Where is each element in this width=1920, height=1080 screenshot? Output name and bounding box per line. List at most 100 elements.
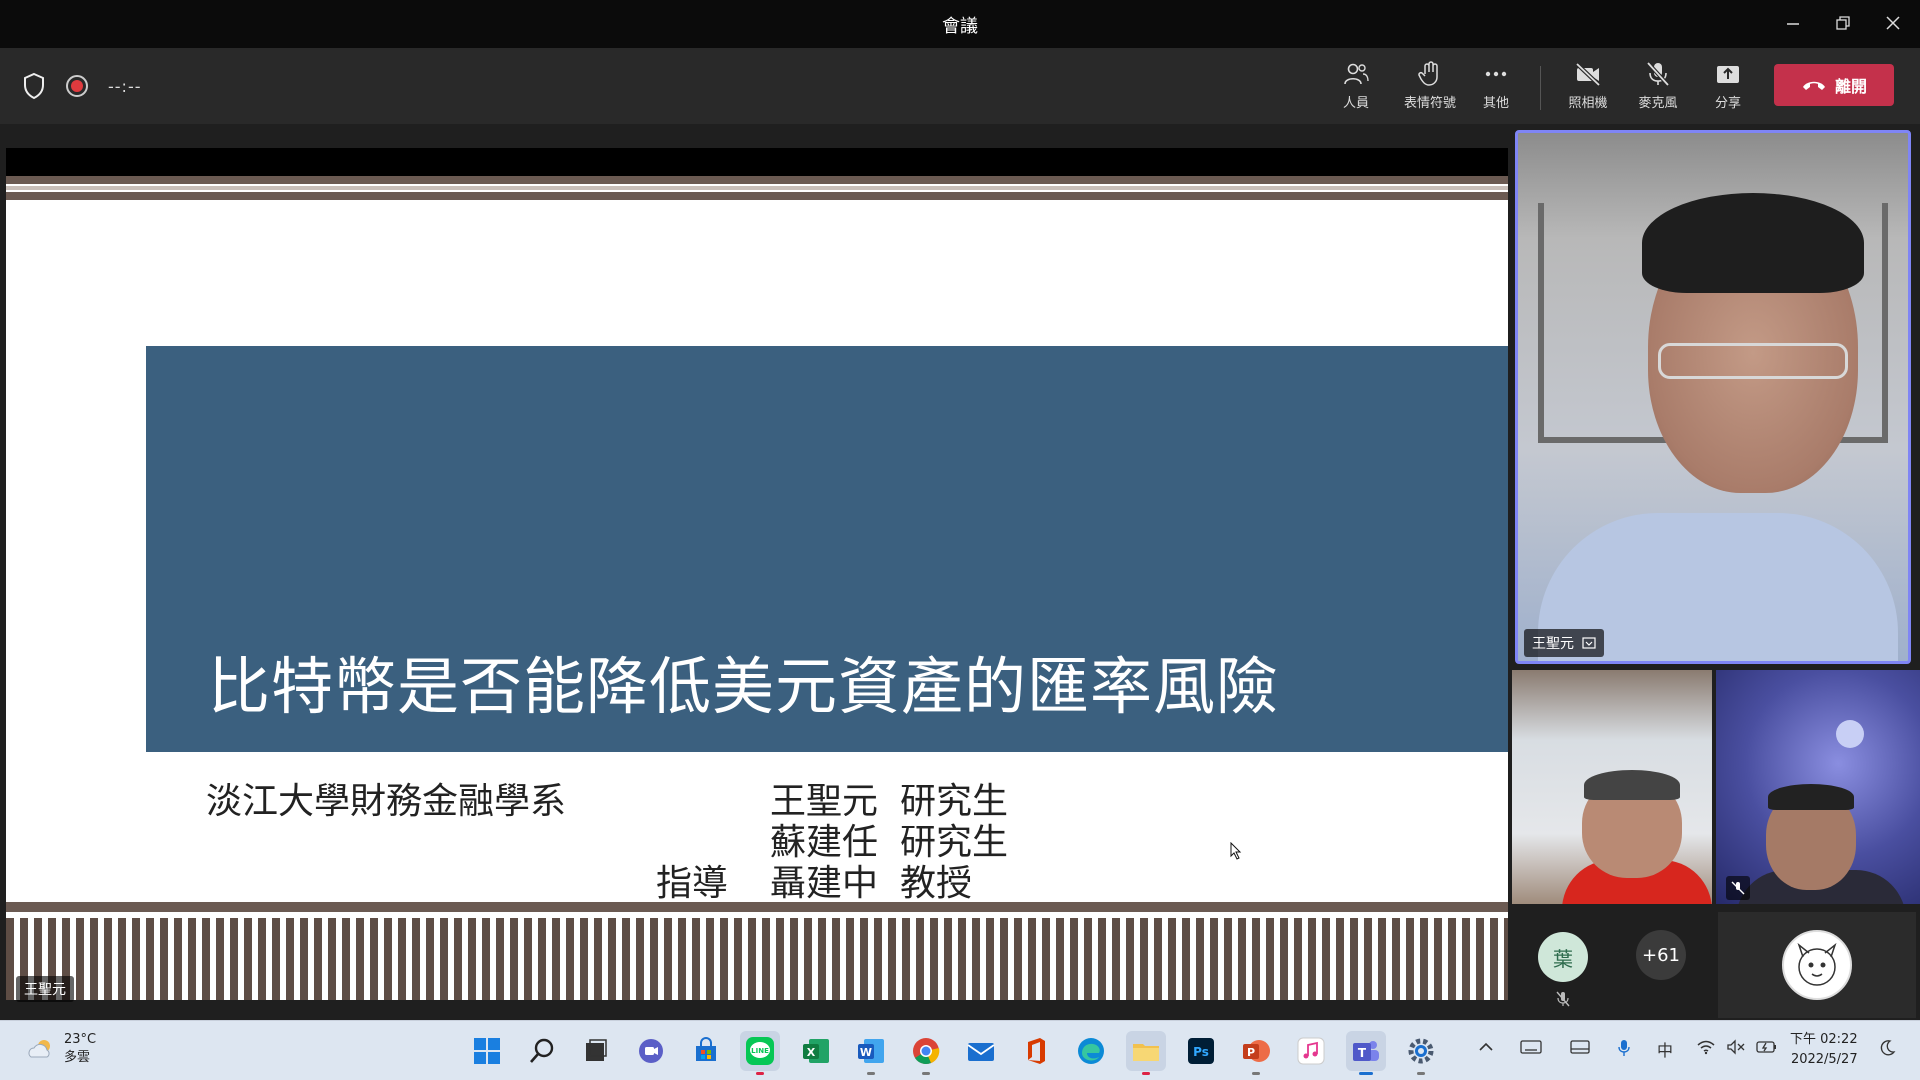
advisor-role: 教授 <box>900 863 973 904</box>
mail-icon <box>967 1043 995 1061</box>
start-button[interactable] <box>467 1031 507 1071</box>
muted-mic-icon <box>1556 991 1570 1007</box>
chrome-icon <box>913 1038 940 1065</box>
speaker-muted-icon[interactable] <box>1726 1039 1746 1055</box>
camera-button[interactable]: 照相機 <box>1556 60 1620 116</box>
edge-app-button[interactable] <box>1071 1031 1111 1071</box>
speaker-hair <box>1642 193 1864 293</box>
participant-video-tile[interactable] <box>1512 670 1712 904</box>
cartoon-avatar-icon <box>1782 930 1852 1000</box>
teams-chat-button[interactable] <box>631 1031 671 1071</box>
settings-app-button[interactable] <box>1401 1031 1441 1075</box>
windows-logo-icon <box>474 1038 500 1064</box>
microphone-tray-icon[interactable] <box>1617 1039 1631 1057</box>
meeting-timer: --:-- <box>108 76 142 96</box>
speaker-name: 王聖元 <box>1532 636 1574 652</box>
slide-title: 比特幣是否能降低美元資產的匯率風險 <box>208 650 1280 723</box>
weather-widget[interactable]: 23°C 多雲 <box>26 1031 96 1067</box>
app-running-indicator <box>756 1072 764 1075</box>
leave-button[interactable]: 離開 <box>1774 64 1894 106</box>
participant-hair <box>1584 770 1680 800</box>
people-button[interactable]: 人員 <box>1324 60 1388 116</box>
app-running-indicator <box>867 1072 875 1075</box>
app-running-indicator <box>1252 1072 1260 1075</box>
word-app-button[interactable]: W <box>851 1031 891 1075</box>
cloudy-weather-icon <box>28 1040 50 1058</box>
restore-button[interactable] <box>1820 8 1866 40</box>
line-app-icon: LINE <box>746 1037 774 1065</box>
photoshop-app-button[interactable]: Ps <box>1181 1031 1221 1071</box>
shield-icon[interactable] <box>22 72 46 100</box>
clock-time: 下午 02:22 <box>1790 1032 1858 1047</box>
more-button[interactable]: 其他 <box>1464 60 1528 116</box>
powerpoint-icon: P <box>1243 1040 1270 1062</box>
mail-app-button[interactable] <box>961 1031 1001 1071</box>
svg-text:W: W <box>860 1046 872 1059</box>
window-title: 會議 <box>942 16 978 37</box>
app-running-indicator <box>1142 1072 1150 1075</box>
mouse-cursor-icon <box>1230 842 1242 860</box>
slide-bottom-stripe <box>6 902 1508 912</box>
focus-assist-icon[interactable] <box>1880 1039 1896 1057</box>
advisor-name: 聶建中 <box>770 863 879 904</box>
camera-label: 照相機 <box>1568 96 1608 111</box>
office-app-button[interactable] <box>1016 1031 1056 1071</box>
participant-video-tile[interactable] <box>1716 670 1920 904</box>
more-participants-button[interactable]: +61 <box>1636 930 1686 980</box>
search-button[interactable] <box>522 1031 562 1071</box>
chat-icon <box>639 1039 663 1063</box>
reactions-label: 表情符號 <box>1403 96 1456 111</box>
presenter-name-tag: 王聖元 <box>16 976 74 1002</box>
restore-icon <box>1836 16 1850 30</box>
share-label: 分享 <box>1714 96 1741 111</box>
app-running-indicator <box>1417 1072 1425 1075</box>
wifi-icon[interactable] <box>1696 1039 1716 1055</box>
minimize-button[interactable] <box>1770 8 1816 40</box>
chevron-up-icon[interactable] <box>1478 1039 1494 1055</box>
excel-app-button[interactable]: X <box>796 1031 836 1071</box>
input-method-indicator[interactable]: 中 <box>1657 1037 1673 1061</box>
close-icon <box>1886 16 1900 30</box>
tablet-mode-icon[interactable] <box>1570 1039 1590 1055</box>
more-label: 其他 <box>1482 96 1509 111</box>
participant-avatar[interactable]: 葉 <box>1538 932 1588 982</box>
chrome-app-button[interactable] <box>906 1031 946 1075</box>
keyboard-icon[interactable] <box>1520 1039 1542 1055</box>
itunes-app-button[interactable] <box>1291 1031 1331 1071</box>
slide-stripe <box>6 192 1508 200</box>
participant-avatars-row: 葉 +61 <box>1512 910 1920 1020</box>
screen-share-icon <box>1582 637 1596 649</box>
close-window-button[interactable] <box>1870 8 1916 40</box>
powerpoint-app-button[interactable]: P <box>1236 1031 1276 1075</box>
teams-app-button[interactable]: T <box>1346 1031 1386 1075</box>
microphone-button[interactable]: 麥克風 <box>1626 60 1690 116</box>
active-speaker-video[interactable]: 王聖元 <box>1515 130 1911 664</box>
participants-panel: 王聖元 葉 +61 <box>1512 124 1920 1020</box>
minimize-icon <box>1787 23 1799 25</box>
taskbar-clock[interactable]: 下午 02:22 2022/5/27 <box>1790 1030 1858 1070</box>
office-icon <box>1028 1038 1045 1064</box>
store-icon <box>696 1037 716 1061</box>
teams-icon: T <box>1353 1041 1379 1061</box>
line-app-button[interactable]: LINE <box>740 1031 780 1075</box>
share-button[interactable]: 分享 <box>1696 60 1760 116</box>
svg-text:P: P <box>1247 1046 1255 1059</box>
svg-text:T: T <box>1358 1046 1367 1060</box>
hand-emoji-icon <box>1418 61 1438 86</box>
leave-label: 離開 <box>1834 77 1867 96</box>
folder-icon <box>1133 1044 1159 1061</box>
clock-date: 2022/5/27 <box>1790 1052 1858 1067</box>
slide-top-bar <box>6 148 1508 176</box>
reactions-button[interactable]: 表情符號 <box>1394 60 1466 116</box>
svg-text:X: X <box>807 1046 816 1059</box>
muted-mic-icon <box>1726 876 1750 900</box>
svg-text:Ps: Ps <box>1193 1045 1209 1059</box>
participant-avatar-tile[interactable] <box>1718 912 1916 1018</box>
weather-temperature: 23°C <box>64 1032 97 1047</box>
task-view-button[interactable] <box>576 1031 616 1071</box>
search-icon <box>530 1038 554 1063</box>
taskbar: 23°C 多雲 LINE X W Ps P T 中 下午 02:22 2022/… <box>0 1020 1920 1080</box>
battery-charging-icon[interactable] <box>1756 1039 1778 1055</box>
store-app-button[interactable] <box>686 1031 726 1071</box>
file-explorer-button[interactable] <box>1126 1031 1166 1075</box>
